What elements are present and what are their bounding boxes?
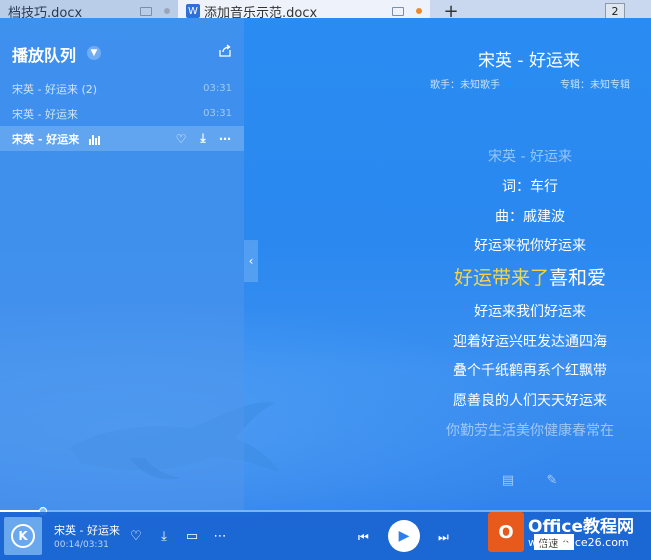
- film-icon[interactable]: ▤: [500, 472, 516, 488]
- album-cover[interactable]: K: [4, 517, 42, 555]
- queue-item[interactable]: 宋英 - 好运来 03:31: [0, 101, 244, 126]
- now-playing-title[interactable]: 宋英 - 好运来: [54, 522, 120, 538]
- heart-icon[interactable]: ♡: [174, 132, 188, 146]
- music-player-window: 播放队列 ▼ 宋英 - 好运来 (2) 03:31 宋英 - 好运来 03:31…: [0, 18, 651, 560]
- unsaved-dot: [416, 8, 422, 14]
- lyric-highlight: 好运带来了: [453, 267, 549, 289]
- download-icon[interactable]: ⤓: [196, 131, 210, 146]
- track-actions: ♡ ⤓ ▭ ⋯: [128, 528, 228, 544]
- collapse-panel-button[interactable]: ‹: [244, 240, 258, 282]
- lyric-line: 迎着好运兴旺发达通四海: [453, 334, 607, 350]
- office-watermark: O Office教程网 www.office26.com: [488, 510, 648, 556]
- queue-item-name: 宋英 - 好运来: [12, 107, 78, 121]
- lyric-line: 愿善良的人们天天好运来: [453, 393, 607, 409]
- comment-icon[interactable]: ▭: [184, 528, 200, 544]
- lyric-line: 宋英 - 好运来: [488, 149, 572, 165]
- queue-item-duration: 03:31: [203, 83, 232, 94]
- queue-item[interactable]: 宋英 - 好运来 (2) 03:31: [0, 76, 244, 101]
- heart-icon[interactable]: ♡: [128, 528, 144, 544]
- song-title: 宋英 - 好运来: [478, 51, 580, 71]
- lyric-line: 好运来祝你好运来: [474, 238, 586, 254]
- lyric-line-current: 好运带来了喜和爱: [420, 263, 640, 290]
- more-icon[interactable]: ⋯: [212, 528, 228, 544]
- kugou-logo-icon: K: [11, 524, 35, 548]
- lyric-line: 叠个千纸鹤再系个红飘带: [453, 363, 607, 379]
- now-playing-time: 00:14/03:31: [54, 540, 109, 550]
- lyric-line: 词：车行: [502, 179, 558, 195]
- chevron-down-icon[interactable]: ▼: [87, 46, 101, 60]
- monitor-icon[interactable]: [140, 6, 152, 16]
- queue-item-playing[interactable]: 宋英 - 好运来 ♡ ⤓ ⋯: [0, 126, 244, 151]
- lyric-rest: 喜和爱: [549, 267, 607, 289]
- queue-item-duration: 03:31: [203, 108, 232, 119]
- queue-item-name: 宋英 - 好运来: [12, 132, 80, 146]
- download-icon[interactable]: ⤓: [156, 528, 172, 544]
- play-queue-panel: 播放队列 ▼ 宋英 - 好运来 (2) 03:31 宋英 - 好运来 03:31…: [0, 18, 244, 510]
- watermark-url: www.office26.com: [528, 536, 629, 549]
- next-track-icon[interactable]: ⏭: [438, 530, 449, 545]
- play-button[interactable]: ▶: [388, 520, 420, 552]
- singer-label[interactable]: 歌手：未知歌手: [430, 76, 500, 91]
- watermark-title: Office教程网: [528, 517, 635, 537]
- playing-bars-icon: [89, 134, 101, 145]
- album-label[interactable]: 专辑：未知专辑: [560, 76, 630, 91]
- lyric-tools: ▤ ✎: [500, 472, 560, 488]
- tab-count-badge[interactable]: 2: [605, 3, 625, 19]
- lyric-line: 你勤劳生活美你健康春常在: [446, 423, 614, 439]
- microphone-icon[interactable]: ✎: [544, 472, 560, 488]
- queue-title: 播放队列: [12, 46, 77, 65]
- share-icon[interactable]: [218, 44, 232, 58]
- lyric-line: 好运来我们好运来: [474, 304, 586, 320]
- office-logo: O: [488, 512, 524, 552]
- queue-item-name: 宋英 - 好运来 (2): [12, 82, 98, 96]
- tab-status-dot: [164, 8, 170, 14]
- monitor-icon[interactable]: [392, 6, 404, 16]
- previous-track-icon[interactable]: ⏮: [358, 530, 369, 545]
- song-meta: 歌手：未知歌手 专辑：未知专辑: [430, 76, 630, 91]
- word-doc-icon: W: [186, 4, 200, 18]
- more-icon[interactable]: ⋯: [218, 132, 232, 146]
- lyric-line: 曲：戚建波: [495, 209, 565, 225]
